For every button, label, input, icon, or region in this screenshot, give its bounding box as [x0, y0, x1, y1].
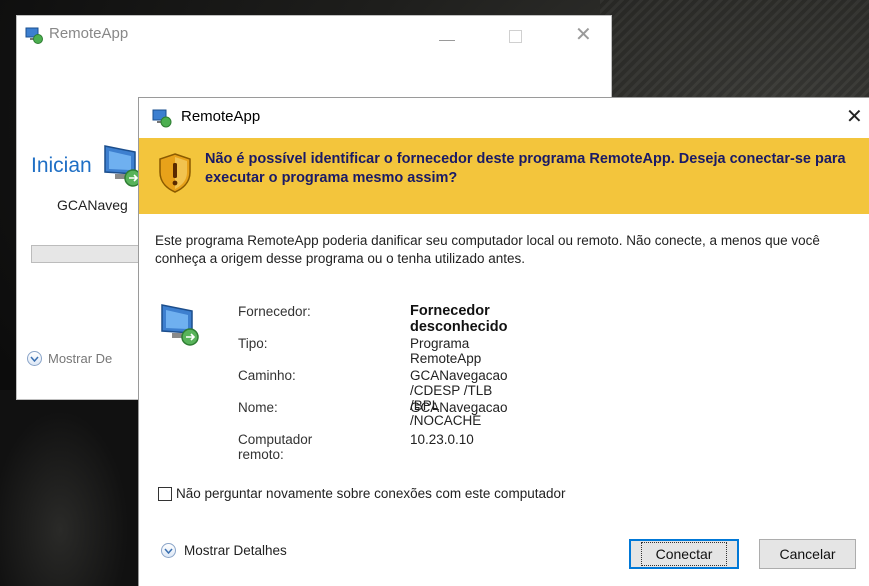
background-details-label: Mostrar De	[48, 351, 113, 366]
info-value-publisher: Fornecedor desconhecido	[410, 303, 508, 335]
background-window-title: RemoteApp	[49, 25, 129, 42]
chevron-down-icon	[27, 351, 42, 366]
info-value-type: Programa RemoteApp	[410, 336, 482, 366]
remoteapp-dialog: RemoteApp ✕ Não é possível identificar o…	[138, 97, 869, 586]
minimize-icon[interactable]	[439, 40, 455, 41]
connect-button[interactable]: Conectar	[629, 539, 739, 569]
info-value-name: GCANavegacao	[410, 400, 508, 415]
info-label-publisher: Fornecedor:	[238, 304, 311, 319]
info-value-path: GCANavegacao /CDESP /TLB /BPL /NOCACHE	[410, 368, 508, 428]
desktop-texture-left	[0, 390, 140, 586]
connect-button-label: Conectar	[640, 542, 728, 566]
shield-warning-icon	[159, 153, 191, 193]
show-details-label: Mostrar Detalhes	[184, 543, 287, 558]
info-label-remote-computer: Computador remoto:	[238, 432, 313, 462]
background-details-toggle[interactable]: Mostrar De	[27, 351, 112, 366]
warning-text: Não é possível identificar o fornecedor …	[205, 151, 846, 186]
info-label-name: Nome:	[238, 400, 278, 415]
info-value-remote-computer: 10.23.0.10	[410, 432, 474, 447]
dialog-title: RemoteApp	[181, 108, 261, 125]
remoteapp-icon	[25, 27, 43, 44]
close-icon[interactable]: ✕	[575, 22, 592, 47]
description-text: Este programa RemoteApp poderia danifica…	[155, 233, 820, 266]
info-label-type: Tipo:	[238, 336, 268, 351]
maximize-icon[interactable]	[509, 30, 522, 43]
dont-ask-checkbox-label[interactable]: Não perguntar novamente sobre conexões c…	[176, 486, 565, 501]
chevron-down-icon	[161, 543, 176, 558]
background-status-text: Inician	[31, 154, 92, 177]
cancel-button[interactable]: Cancelar	[759, 539, 856, 569]
show-details-toggle[interactable]: Mostrar Detalhes	[161, 543, 287, 558]
remoteapp-icon	[152, 109, 172, 128]
dont-ask-checkbox-row[interactable]: Não perguntar novamente sobre conexões c…	[158, 486, 565, 501]
warning-banner: Não é possível identificar o fornecedor …	[139, 138, 869, 214]
info-label-path: Caminho:	[238, 368, 296, 383]
desktop-texture	[600, 0, 869, 110]
background-app-name: GCANaveg	[57, 197, 128, 213]
close-icon[interactable]: ✕	[846, 104, 863, 129]
dont-ask-checkbox[interactable]	[158, 486, 172, 501]
monitor-icon	[161, 304, 199, 346]
